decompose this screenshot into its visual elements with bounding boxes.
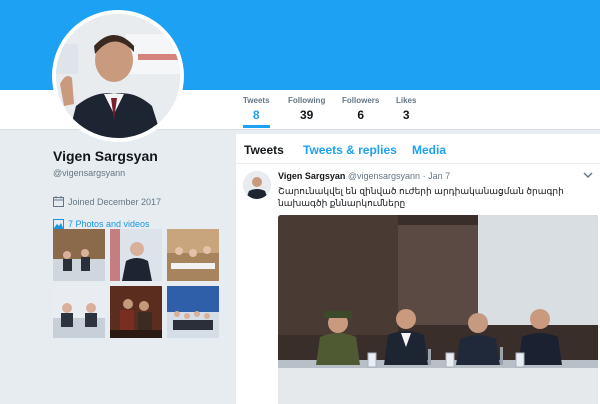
stat-value: 3 [402, 108, 410, 122]
joined-date: Joined December 2017 [53, 196, 228, 207]
tweet-avatar-image [243, 171, 271, 199]
tweet-meta[interactable]: @vigensargsyann · Jan 7 [348, 171, 450, 181]
photo-grid [53, 229, 223, 338]
stat-label: Likes [396, 96, 417, 105]
stat-likes[interactable]: Likes 3 [396, 96, 416, 122]
stat-label: Followers [342, 96, 380, 105]
stat-followers[interactable]: Followers 6 [342, 96, 379, 122]
thumb-image [53, 229, 105, 281]
photo-thumb[interactable] [167, 229, 219, 281]
thumb-image [167, 286, 219, 338]
tab-tweets-replies[interactable]: Tweets & replies [303, 143, 397, 157]
profile-name[interactable]: Vigen Sargsyan [53, 148, 228, 164]
stat-label: Tweets [243, 96, 270, 105]
tweet-photo[interactable] [278, 215, 598, 404]
tweet-photo-image [278, 215, 598, 404]
stat-value: 6 [357, 108, 365, 122]
chevron-down-icon[interactable] [582, 169, 594, 181]
stat-value: 8 [252, 108, 260, 122]
profile-card: Vigen Sargsyan @vigensargsyann Joined De… [53, 148, 228, 229]
thumb-image [110, 229, 162, 281]
stat-tweets[interactable]: Tweets 8 [243, 96, 270, 128]
tab-tweets[interactable]: Tweets [244, 143, 284, 157]
tweet-header: Vigen Sargsyan @vigensargsyann · Jan 7 [278, 171, 450, 181]
tweet-avatar[interactable] [243, 171, 271, 199]
avatar-photo [56, 14, 180, 138]
calendar-icon [53, 196, 64, 207]
photo-thumb[interactable] [110, 229, 162, 281]
photo-thumb[interactable] [167, 286, 219, 338]
stat-following[interactable]: Following 39 [288, 96, 325, 122]
photo-thumb[interactable] [110, 286, 162, 338]
thumb-image [53, 286, 105, 338]
photo-thumb[interactable] [53, 286, 105, 338]
tab-media[interactable]: Media [412, 143, 446, 157]
thumb-image [167, 229, 219, 281]
tweet-text: Շարունակվել են զինված ուժերի արդիականացմ… [278, 186, 564, 208]
profile-avatar[interactable] [52, 10, 184, 142]
joined-label: Joined December 2017 [68, 196, 162, 207]
photos-videos-link[interactable]: 7 Photos and videos [53, 219, 228, 229]
thumb-image [110, 286, 162, 338]
profile-handle[interactable]: @vigensargsyann [53, 168, 228, 178]
photos-videos-label: 7 Photos and videos [68, 219, 150, 229]
photo-thumb[interactable] [53, 229, 105, 281]
timeline-tabs: Tweets Tweets & replies Media [236, 134, 600, 164]
stat-value: 39 [299, 108, 314, 122]
tweet[interactable]: Vigen Sargsyan @vigensargsyann · Jan 7 Շ… [236, 165, 600, 404]
timeline: Tweets Tweets & replies Media Vigen Sarg… [236, 134, 600, 404]
stat-label: Following [288, 96, 326, 105]
image-icon [53, 219, 64, 229]
tweet-author-name[interactable]: Vigen Sargsyan [278, 171, 345, 181]
